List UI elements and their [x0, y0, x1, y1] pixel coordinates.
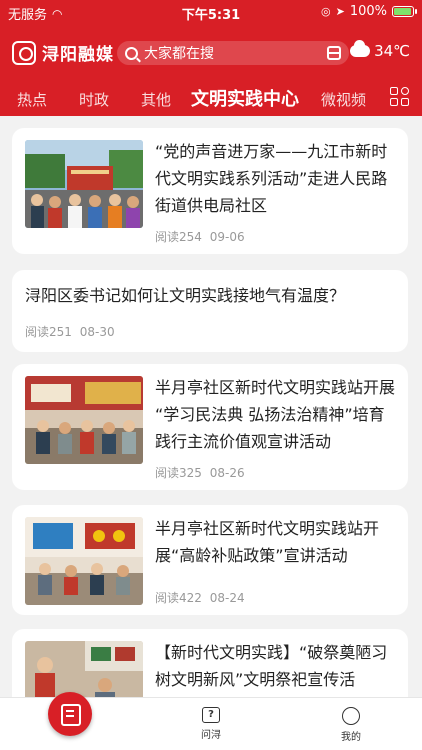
article-title: 浔阳区委书记如何让文明实践接地气有温度？	[25, 286, 346, 305]
read-count: 阅读422	[155, 591, 202, 605]
publish-date: 08-30	[79, 325, 115, 339]
publish-date: 09-06	[209, 230, 245, 244]
search-placeholder: 大家都在搜	[144, 46, 214, 62]
me-tab-label: 我的	[341, 732, 361, 743]
article-thumbnail	[25, 140, 143, 228]
article-title: 【新时代文明实践】“破祭奠陋习 树文明新风”文明祭祀宣传活	[155, 643, 388, 689]
publish-date: 08-24	[209, 591, 245, 605]
search-bar[interactable]: 大家都在搜	[117, 41, 349, 65]
temperature: 34℃	[374, 42, 410, 60]
article-meta: 阅读422 08-24	[155, 589, 245, 606]
article-meta: 阅读251 08-30	[25, 323, 115, 340]
home-tab-button[interactable]	[48, 692, 92, 736]
channel-grid-icon[interactable]	[390, 87, 410, 107]
read-count: 阅读251	[25, 325, 72, 339]
scan-icon[interactable]	[327, 46, 341, 60]
battery-icon	[392, 6, 417, 17]
read-count: 阅读325	[155, 466, 202, 480]
publish-date: 08-26	[209, 466, 245, 480]
me-tab[interactable]: 我的	[331, 707, 371, 743]
article-card[interactable]: 浔阳区委书记如何让文明实践接地气有温度？ 阅读251 08-30	[12, 270, 408, 352]
article-card[interactable]: 半月亭社区新时代文明实践站开展“高龄补贴政策”宣讲活动 阅读422 08-24	[12, 505, 408, 615]
lock-rotation-icon: ◎	[321, 5, 331, 18]
status-bar: 无服务 ◠ 下午5:31 ◎ ➤ 100%	[0, 0, 422, 24]
article-title: 半月亭社区新时代文明实践站开展“高龄补贴政策”宣讲活动	[155, 519, 380, 565]
article-title: “党的声音进万家——九江市新时代文明实践系列活动”走进人民路街道供电局社区	[155, 142, 388, 215]
article-meta: 阅读325 08-26	[155, 464, 245, 481]
read-count: 阅读254	[155, 230, 202, 244]
location-icon: ➤	[335, 5, 345, 18]
battery-percent: 100%	[349, 4, 387, 19]
top-bar: 无服务 ◠ 下午5:31 ◎ ➤ 100% 浔阳融媒 大家都在搜 34℃ 热点 …	[0, 0, 422, 116]
search-icon	[125, 46, 138, 60]
app-logo: 浔阳融媒	[12, 40, 114, 65]
article-thumbnail	[25, 376, 143, 464]
article-title: 半月亭社区新时代文明实践站开展 “学习民法典 弘扬法治精神”培育践行主流价值观宣…	[155, 378, 396, 451]
tab-other[interactable]: 其他	[141, 89, 171, 110]
channel-tabs: 热点 时政 其他 文明实践中心 微视频	[0, 82, 422, 114]
tab-hot[interactable]: 热点	[17, 89, 47, 110]
tab-micro-video[interactable]: 微视频	[321, 89, 366, 110]
ask-tab[interactable]: ? 问浔	[191, 707, 231, 741]
app-header: 浔阳融媒 大家都在搜 34℃	[0, 36, 422, 68]
logo-text: 浔阳融媒	[42, 45, 114, 65]
logo-icon	[12, 40, 36, 65]
cloud-icon	[350, 40, 371, 57]
article-meta: 阅读254 09-06	[155, 228, 245, 245]
article-card[interactable]: “党的声音进万家——九江市新时代文明实践系列活动”走进人民路街道供电局社区 阅读…	[12, 128, 408, 254]
bottom-tab-bar: ? 问浔 我的	[0, 692, 422, 750]
profile-icon	[342, 707, 360, 725]
article-card[interactable]: 半月亭社区新时代文明实践站开展 “学习民法典 弘扬法治精神”培育践行主流价值观宣…	[12, 364, 408, 490]
ask-tab-label: 问浔	[201, 730, 221, 741]
article-thumbnail	[25, 517, 143, 605]
tab-politics[interactable]: 时政	[79, 89, 109, 110]
tab-civilization-center[interactable]: 文明实践中心	[191, 85, 299, 111]
weather-widget[interactable]: 34℃	[350, 40, 410, 60]
question-icon: ?	[202, 707, 220, 723]
